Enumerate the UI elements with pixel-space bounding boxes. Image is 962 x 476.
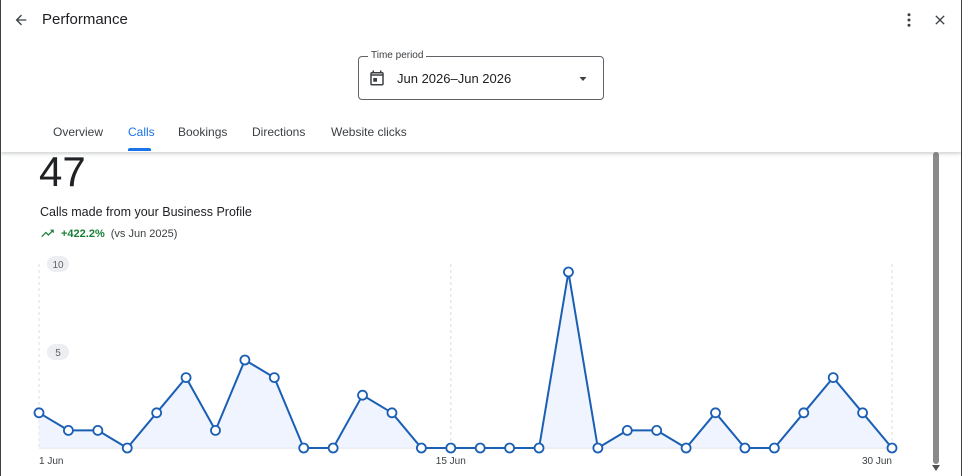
more-options-button[interactable] <box>897 8 921 32</box>
time-period-select[interactable]: Time period Jun 2026–Jun 2026 <box>358 50 604 100</box>
data-point[interactable] <box>533 442 545 454</box>
data-point[interactable] <box>92 424 104 436</box>
more-vert-icon <box>907 13 911 27</box>
data-point[interactable] <box>210 424 221 436</box>
y-tick-label: 5 <box>55 348 61 359</box>
data-point[interactable] <box>739 442 751 454</box>
tab-calls[interactable]: Calls <box>128 125 155 139</box>
data-point[interactable] <box>151 407 163 419</box>
data-point[interactable] <box>621 424 633 436</box>
data-point[interactable] <box>357 389 368 401</box>
x-tick-label: 30 Jun <box>862 456 892 467</box>
data-point[interactable] <box>268 372 280 384</box>
time-period-value: Jun 2026–Jun 2026 <box>397 71 512 86</box>
data-point[interactable] <box>563 266 574 278</box>
active-tab-indicator <box>128 148 151 151</box>
data-point[interactable] <box>710 407 721 419</box>
tab-directions[interactable]: Directions <box>252 125 305 139</box>
tab-bookings[interactable]: Bookings <box>178 125 227 139</box>
close-button[interactable] <box>928 8 952 32</box>
data-point[interactable] <box>651 424 663 436</box>
scroll-down-arrow-icon[interactable] <box>932 465 940 471</box>
header: Performance Time period Jun 2026–Jun 202… <box>1 0 961 152</box>
time-period-label: Time period <box>368 50 427 62</box>
page-title: Performance <box>42 11 128 28</box>
data-point[interactable] <box>827 372 839 384</box>
data-point[interactable] <box>474 442 486 454</box>
series-area <box>39 272 892 448</box>
data-point[interactable] <box>327 442 339 454</box>
x-tick-label: 1 Jun <box>39 456 63 467</box>
data-point[interactable] <box>386 407 398 419</box>
main-content: 47 Calls made from your Business Profile… <box>1 152 961 476</box>
data-point[interactable] <box>886 442 898 454</box>
data-point[interactable] <box>121 442 133 454</box>
back-button[interactable] <box>9 8 33 32</box>
data-point[interactable] <box>180 372 192 384</box>
tab-overview[interactable]: Overview <box>53 125 103 139</box>
data-point[interactable] <box>63 424 74 436</box>
data-point[interactable] <box>768 442 780 454</box>
tab-website-clicks[interactable]: Website clicks <box>331 125 407 139</box>
y-tick-label: 10 <box>52 260 64 271</box>
chart-area-layer <box>39 272 892 448</box>
data-point[interactable] <box>33 407 45 419</box>
arrow-drop-down-icon <box>579 77 587 81</box>
data-point[interactable] <box>798 407 810 419</box>
data-point[interactable] <box>680 442 692 454</box>
data-point[interactable] <box>298 442 310 454</box>
arrow-back-icon <box>15 14 27 26</box>
data-point[interactable] <box>592 442 604 454</box>
data-point[interactable] <box>239 354 251 366</box>
data-point[interactable] <box>857 407 868 419</box>
data-point[interactable] <box>445 442 457 454</box>
calls-line-chart: 5 10 1 Jun 15 Jun 30 Jun <box>33 256 898 467</box>
data-point[interactable] <box>415 442 427 454</box>
x-tick-label: 15 Jun <box>436 456 466 467</box>
scrollbar-thumb[interactable] <box>933 152 939 464</box>
calendar-icon <box>370 70 384 86</box>
close-icon <box>935 15 945 25</box>
data-point[interactable] <box>504 442 516 454</box>
scrollbar[interactable] <box>930 152 942 476</box>
